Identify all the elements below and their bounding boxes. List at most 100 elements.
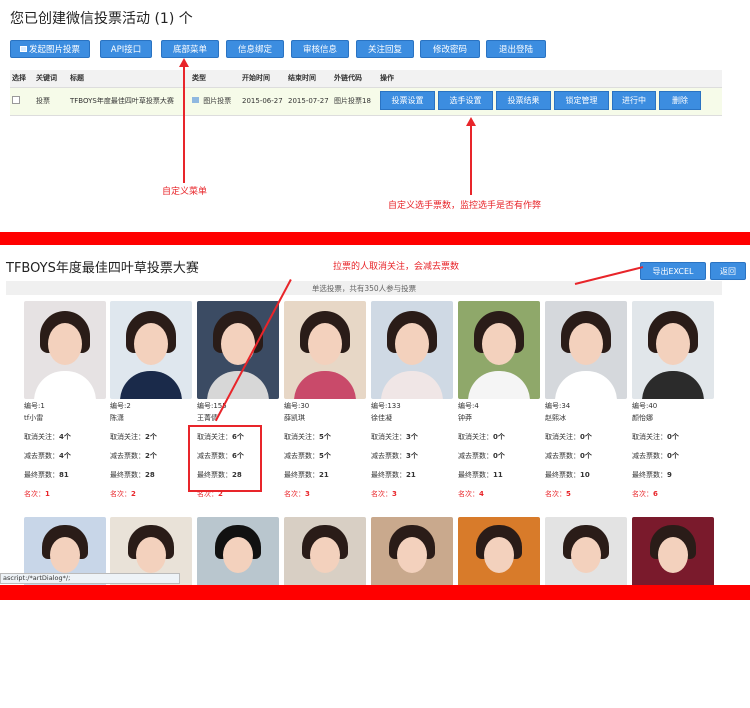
rank: 名次：1 [24, 490, 50, 498]
final-votes: 最终票数：21 [284, 471, 329, 479]
unfollow-count: 取消关注：5个 [284, 433, 331, 441]
deducted-votes: 减去票数：5个 [284, 452, 331, 460]
lock-management-button[interactable]: 锁定管理 [554, 91, 609, 110]
table-row: 投票 TFBOYS年度最佳四叶草投票大赛 图片投票 2015-06-27 201… [10, 87, 722, 116]
contestant-photo[interactable] [284, 301, 366, 399]
final-votes: 最终票数：10 [545, 471, 590, 479]
annotation-unfollow: 拉票的人取消关注，会减去票数 [333, 262, 460, 272]
rank: 名次：3 [371, 490, 397, 498]
follow-reply-button[interactable]: 关注回复 [356, 40, 414, 58]
contestant-name: 赵熙冰 [545, 414, 566, 422]
contestant-card: 编号:133 徐佳凝取消关注：3个 减去票数：3个 最终票数：21 名次：3 [371, 301, 453, 499]
activity-table: 选择 关键词 标题 类型 开始时间 结束时间 外链代码 操作 投票 TFBOYS… [10, 70, 722, 116]
separator-band [0, 585, 750, 600]
contestant-settings-button[interactable]: 选手设置 [438, 91, 493, 110]
image-icon [19, 46, 27, 52]
col-select: 选择 [10, 70, 34, 88]
contestant-photo[interactable] [545, 301, 627, 399]
col-end: 结束时间 [286, 70, 332, 88]
contestant-photo[interactable] [545, 517, 627, 585]
contest-title: TFBOYS年度最佳四叶草投票大赛 [6, 261, 199, 276]
deducted-votes: 减去票数：4个 [24, 452, 71, 460]
unfollow-count: 取消关注：4个 [24, 433, 71, 441]
contestant-photo[interactable] [197, 301, 279, 399]
contestant-name: 钟莽 [458, 414, 472, 422]
contestant-card: 编号:34 赵熙冰 取消关注：0个 减去票数：0个 最终票数：10 名次：5 [545, 301, 627, 499]
separator-band [0, 232, 750, 245]
final-votes: 最终票数：11 [458, 471, 503, 479]
row-select [10, 87, 34, 116]
row-checkbox[interactable] [12, 96, 20, 104]
contestant-photo[interactable] [371, 517, 453, 585]
contestant-name: 王菁倩 [197, 414, 218, 422]
back-button[interactable]: 返回 [710, 262, 746, 280]
delete-button[interactable]: 删除 [659, 91, 701, 110]
unfollow-count: 取消关注：0个 [458, 433, 505, 441]
contestant-photo[interactable] [284, 517, 366, 585]
row-start: 2015-06-27 [240, 87, 286, 116]
contestant-photo[interactable] [632, 301, 714, 399]
annotation-voters: 自定义选手票数，监控选手是否有作弊 [388, 201, 542, 211]
in-progress-button[interactable]: 进行中 [612, 91, 656, 110]
contestant-name: 薛凯琪 [284, 414, 305, 422]
col-title: 标题 [68, 70, 190, 88]
review-info-button[interactable]: 审核信息 [291, 40, 349, 58]
col-keyword: 关键词 [34, 70, 68, 88]
col-type: 类型 [190, 70, 240, 88]
contestant-number: 编号:40 [632, 402, 658, 410]
unfollow-count: 取消关注：3个 [371, 433, 418, 441]
api-button[interactable]: API接口 [100, 40, 152, 58]
final-votes: 最终票数：21 [371, 471, 416, 479]
arrowhead [466, 117, 476, 126]
highlight-box [188, 425, 262, 492]
create-photo-vote-button[interactable]: 发起图片投票 [10, 40, 90, 58]
unfollow-count: 取消关注：0个 [632, 433, 679, 441]
contestant-photo[interactable] [110, 301, 192, 399]
contestant-number: 编号:34 [545, 402, 571, 410]
deducted-votes: 减去票数：3个 [371, 452, 418, 460]
contestant-photo[interactable] [458, 301, 540, 399]
contestant-card: 编号:4 钟莽 取消关注：0个 减去票数：0个 最终票数：11 名次：4 [458, 301, 540, 499]
contestant-number: 编号:4 [458, 402, 479, 410]
row-title: TFBOYS年度最佳四叶草投票大赛 [68, 87, 190, 116]
composite-screenshot: { "top": { "title": "您已创建微信投票活动 (1) 个", … [0, 0, 750, 708]
contestant-name: 颜怡娜 [632, 414, 653, 422]
row-actions: 投票设置 选手设置 投票结果 锁定管理 进行中 删除 [378, 87, 722, 116]
rank: 名次：4 [458, 490, 484, 498]
vote-results-button[interactable]: 投票结果 [496, 91, 551, 110]
table-header: 选择 关键词 标题 类型 开始时间 结束时间 外链代码 操作 [10, 70, 722, 88]
logout-button[interactable]: 退出登陆 [486, 40, 546, 58]
unfollow-count: 取消关注：2个 [110, 433, 157, 441]
deducted-votes: 减去票数：0个 [545, 452, 592, 460]
vote-settings-button[interactable]: 投票设置 [380, 91, 435, 110]
vote-results-screen: TFBOYS年度最佳四叶草投票大赛 导出EXCEL 返回 单选投票，共有350人… [0, 245, 750, 585]
contestant-number: 编号:30 [284, 402, 310, 410]
annotation-arrow-voters [470, 124, 472, 195]
image-icon [192, 97, 199, 103]
contestant-card: 编号:40 颜怡娜 取消关注：0个 减去票数：0个 最终票数：9 名次：6 [632, 301, 714, 499]
rank: 名次：6 [632, 490, 658, 498]
contestant-number: 编号:133 [371, 402, 401, 410]
contestant-photo[interactable] [458, 517, 540, 585]
contestant-photo[interactable] [371, 301, 453, 399]
contestant-photo[interactable] [632, 517, 714, 585]
col-actions: 操作 [378, 70, 722, 88]
action-buttons: 投票设置 选手设置 投票结果 锁定管理 进行中 删除 [380, 91, 722, 111]
contestant-name: 陈潇 [110, 414, 124, 422]
info-binding-button[interactable]: 信息绑定 [226, 40, 284, 58]
contestant-number: 编号:155 [197, 402, 227, 410]
unfollow-count: 取消关注：0个 [545, 433, 592, 441]
row-type: 图片投票 [190, 87, 240, 116]
browser-status-bar: ascript:/*artDialog*/; [0, 573, 180, 584]
export-excel-button[interactable]: 导出EXCEL [640, 262, 706, 280]
contestant-photo[interactable] [197, 517, 279, 585]
contestant-card: 编号:1 tf小雷 取消关注：4个 减去票数：4个 最终票数：81 名次：1 [24, 301, 106, 499]
bottom-menu-button[interactable]: 底部菜单 [161, 40, 219, 58]
contestant-name: 徐佳凝 [371, 414, 392, 422]
type-label: 图片投票 [203, 97, 232, 105]
contestant-photo[interactable] [24, 301, 106, 399]
contestant-number: 编号:1 [24, 402, 45, 410]
change-password-button[interactable]: 修改密码 [420, 40, 480, 58]
rank: 名次：2 [110, 490, 136, 498]
final-votes: 最终票数：28 [110, 471, 155, 479]
